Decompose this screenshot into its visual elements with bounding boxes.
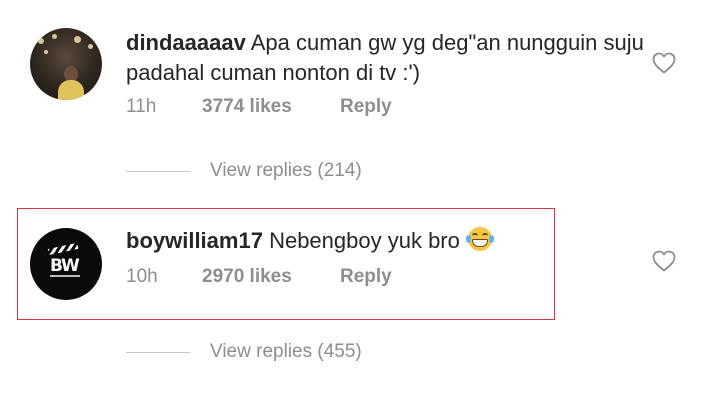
view-replies-label: View replies (455) [210, 341, 362, 362]
comment-body: dindaaaaav Apa cuman gw yg deg"an nunggu… [126, 28, 646, 88]
reply-button[interactable]: Reply [340, 96, 392, 118]
view-replies-label: View replies (214) [210, 160, 362, 181]
divider-line [126, 170, 190, 172]
comment-username[interactable]: dindaaaaav [126, 30, 246, 55]
view-replies-button[interactable]: View replies (214) [126, 160, 362, 182]
comment-likes[interactable]: 3774 likes [202, 96, 340, 118]
comment-meta: 11h 3774 likes Reply [126, 96, 392, 118]
highlight-box [17, 208, 555, 320]
comments-panel: dindaaaaav Apa cuman gw yg deg"an nunggu… [0, 0, 720, 404]
user-avatar[interactable] [30, 28, 102, 100]
heart-icon[interactable] [652, 250, 676, 272]
divider-line [126, 351, 190, 353]
view-replies-button[interactable]: View replies (455) [126, 341, 362, 363]
comment-item: dindaaaaav Apa cuman gw yg deg"an nunggu… [0, 0, 720, 140]
heart-icon[interactable] [652, 52, 676, 74]
comment-time: 11h [126, 96, 157, 117]
